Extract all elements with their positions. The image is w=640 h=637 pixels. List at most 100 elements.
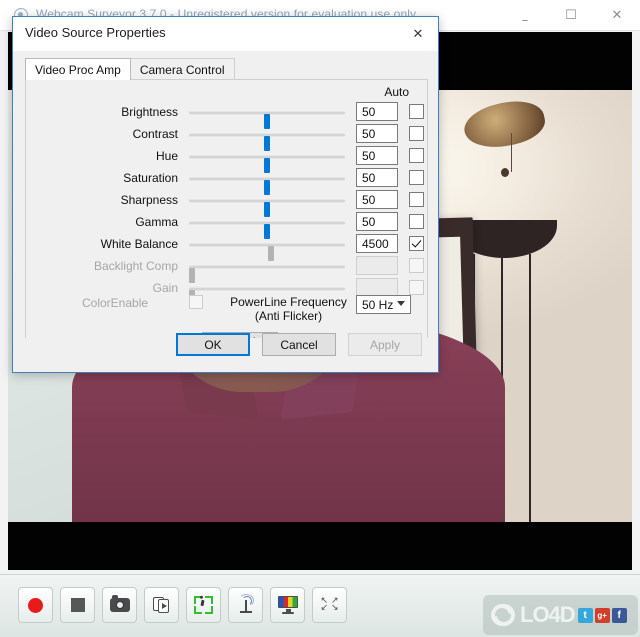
maximize-button[interactable]: ☐ bbox=[548, 0, 594, 30]
slider-hue[interactable] bbox=[189, 155, 345, 173]
auto-checkbox-sharpness[interactable] bbox=[409, 192, 424, 207]
refresh-arrows-icon bbox=[491, 604, 517, 626]
slider-saturation[interactable] bbox=[189, 177, 345, 195]
playback-button[interactable] bbox=[144, 587, 179, 623]
label-white-balance: White Balance bbox=[100, 237, 178, 251]
google-plus-icon[interactable]: g+ bbox=[594, 607, 610, 623]
value-hue[interactable]: 50 bbox=[356, 146, 398, 165]
label-hue: Hue bbox=[155, 149, 178, 163]
powerline-label-line1: PowerLine Frequency bbox=[230, 295, 347, 309]
label-contrast: Contrast bbox=[132, 127, 178, 141]
auto-checkbox-hue[interactable] bbox=[409, 148, 424, 163]
label-saturation: Saturation bbox=[123, 171, 178, 185]
powerline-frequency-select[interactable]: 50 Hz bbox=[356, 295, 411, 314]
value-white-balance[interactable]: 4500 bbox=[356, 234, 398, 253]
stop-icon bbox=[70, 598, 85, 612]
control-row-contrast: Contrast 50 bbox=[26, 124, 427, 151]
auto-checkbox-saturation[interactable] bbox=[409, 170, 424, 185]
control-row-white-balance: White Balance 4500 bbox=[26, 234, 427, 261]
label-brightness: Brightness bbox=[121, 105, 178, 119]
control-row-saturation: Saturation 50 bbox=[26, 168, 427, 195]
label-powerline-frequency: PowerLine Frequency (Anti Flicker) bbox=[222, 295, 355, 323]
slider-brightness[interactable] bbox=[189, 111, 345, 129]
video-source-properties-dialog: Video Source Properties ✕ Video Proc Amp… bbox=[12, 16, 439, 373]
motion-detect-button[interactable] bbox=[186, 587, 221, 623]
dialog-title-bar: Video Source Properties ✕ bbox=[13, 17, 438, 51]
control-rows: Brightness 50 Contrast 50 Hue 50 Saturat… bbox=[26, 102, 427, 305]
control-row-hue: Hue 50 bbox=[26, 146, 427, 173]
letterbox-bottom bbox=[8, 522, 632, 570]
scene-lamp-pole-3 bbox=[529, 254, 532, 522]
record-button[interactable] bbox=[18, 587, 53, 623]
window-controls: – ☐ ✕ bbox=[502, 0, 640, 30]
toolbar-button-group: ↖ ↗ ↙ ↘ bbox=[18, 587, 347, 623]
control-row-gamma: Gamma 50 bbox=[26, 212, 427, 239]
auto-checkbox-brightness[interactable] bbox=[409, 104, 424, 119]
fullscreen-button[interactable]: ↖ ↗ ↙ ↘ bbox=[312, 587, 347, 623]
slider-gain bbox=[189, 287, 345, 305]
twitter-icon[interactable]: t bbox=[577, 607, 593, 623]
apply-button: Apply bbox=[348, 333, 422, 356]
slider-white-balance[interactable] bbox=[189, 243, 345, 261]
value-brightness[interactable]: 50 bbox=[356, 102, 398, 121]
application-window: Webcam Surveyor 3.7.0 - Unregistered ver… bbox=[0, 0, 640, 637]
label-sharpness: Sharpness bbox=[120, 193, 178, 207]
antenna-icon bbox=[237, 594, 255, 614]
slider-sharpness[interactable] bbox=[189, 199, 345, 217]
stop-button[interactable] bbox=[60, 587, 95, 623]
dialog-action-buttons: OK Cancel Apply bbox=[176, 333, 422, 356]
color-monitor-icon bbox=[277, 596, 298, 614]
color-enable-powerline-row: ColorEnable PowerLine Frequency (Anti Fl… bbox=[26, 292, 427, 324]
dialog-close-button[interactable]: ✕ bbox=[398, 17, 438, 51]
scene-lamp-wire bbox=[510, 133, 512, 173]
tab-video-proc-amp[interactable]: Video Proc Amp bbox=[25, 58, 131, 80]
facebook-icon[interactable]: f bbox=[611, 607, 627, 623]
frames-play-icon bbox=[152, 597, 171, 613]
auto-column-header: Auto bbox=[384, 85, 409, 99]
watermark-text: LO4D bbox=[520, 602, 576, 627]
tab-camera-control[interactable]: Camera Control bbox=[129, 58, 235, 80]
label-gamma: Gamma bbox=[135, 215, 178, 229]
value-saturation[interactable]: 50 bbox=[356, 168, 398, 187]
color-settings-button[interactable] bbox=[270, 587, 305, 623]
auto-checkbox-gamma[interactable] bbox=[409, 214, 424, 229]
record-icon bbox=[28, 597, 43, 613]
dialog-footer: OK Cancel Apply bbox=[13, 333, 438, 372]
label-color-enable: ColorEnable bbox=[82, 296, 149, 310]
value-backlight-comp bbox=[356, 256, 398, 275]
cancel-button[interactable]: Cancel bbox=[262, 333, 336, 356]
bottom-toolbar: ↖↗ ↙↘ DigitalZoom LO4D t g+ f bbox=[0, 574, 640, 637]
color-enable-checkbox bbox=[189, 295, 203, 309]
auto-checkbox-white-balance[interactable] bbox=[409, 236, 424, 251]
auto-checkbox-contrast[interactable] bbox=[409, 126, 424, 141]
slider-contrast[interactable] bbox=[189, 133, 345, 151]
value-sharpness[interactable]: 50 bbox=[356, 190, 398, 209]
dialog-tabs: Video Proc Amp Camera Control bbox=[25, 58, 235, 80]
value-contrast[interactable]: 50 bbox=[356, 124, 398, 143]
chevron-down-icon bbox=[397, 301, 405, 306]
dialog-title: Video Source Properties bbox=[25, 25, 166, 40]
slider-gamma[interactable] bbox=[189, 221, 345, 239]
snapshot-button[interactable] bbox=[102, 587, 137, 623]
slider-backlight-comp bbox=[189, 265, 345, 283]
scene-lamp-bead bbox=[500, 167, 509, 177]
ok-button[interactable]: OK bbox=[176, 333, 250, 356]
watermark-logo: LO4D bbox=[491, 602, 576, 628]
video-proc-amp-panel: Auto Brightness 50 Contrast 50 Hue 50 Sa… bbox=[25, 79, 428, 352]
control-row-brightness: Brightness 50 bbox=[26, 102, 427, 129]
powerline-label-line2: (Anti Flicker) bbox=[254, 309, 323, 323]
scene-hanging-ornament bbox=[459, 94, 549, 155]
label-backlight-comp: Backlight Comp bbox=[93, 259, 178, 273]
lo4d-watermark: LO4D t g+ f bbox=[483, 595, 638, 635]
auto-checkbox-backlight-comp bbox=[409, 258, 424, 273]
control-row-backlight-comp: Backlight Comp bbox=[26, 256, 427, 283]
camera-icon bbox=[109, 595, 130, 612]
control-row-sharpness: Sharpness 50 bbox=[26, 190, 427, 217]
motion-detect-icon bbox=[194, 596, 213, 614]
broadcast-button[interactable] bbox=[228, 587, 263, 623]
fullscreen-icon: ↖ ↗ ↙ ↘ bbox=[320, 596, 339, 613]
watermark-social-icons: t g+ f bbox=[577, 607, 627, 623]
powerline-selected-value: 50 Hz bbox=[362, 298, 394, 312]
value-gamma[interactable]: 50 bbox=[356, 212, 398, 231]
close-button[interactable]: ✕ bbox=[594, 0, 640, 30]
